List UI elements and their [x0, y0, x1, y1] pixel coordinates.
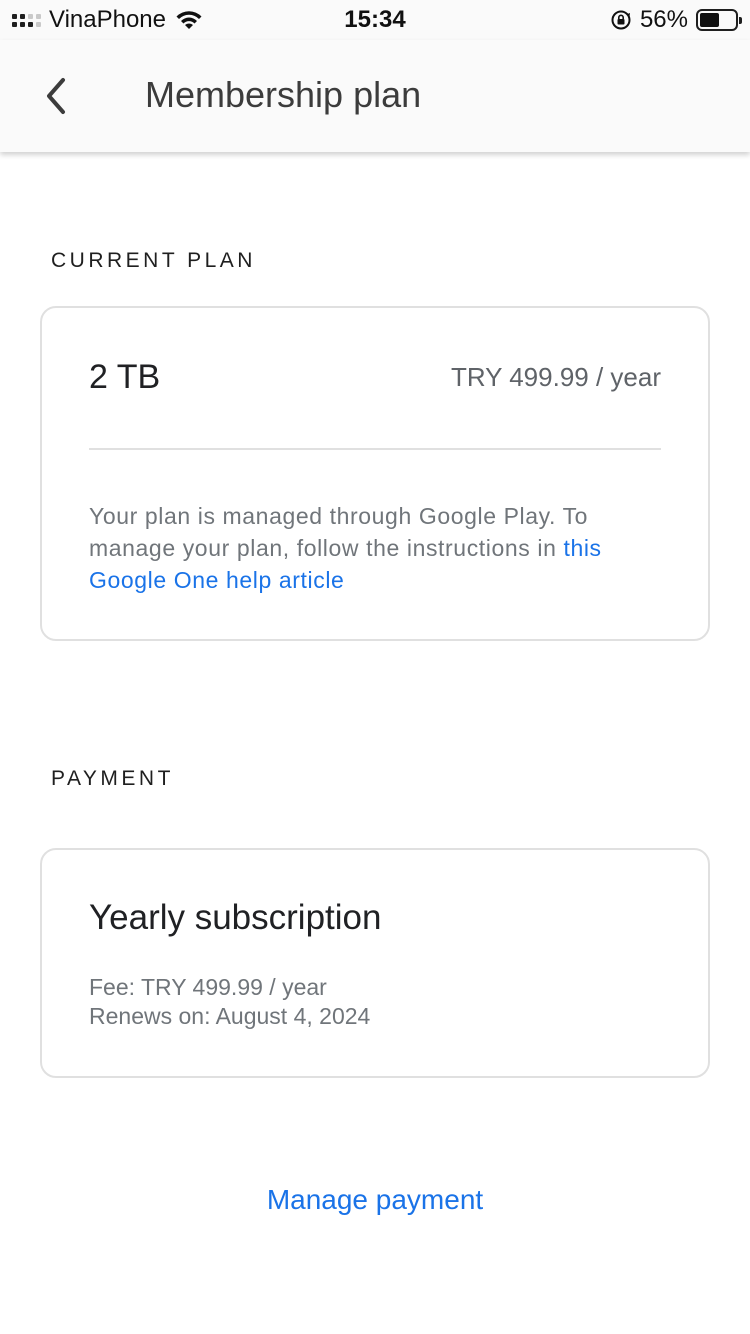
card-divider	[89, 448, 661, 450]
status-bar-right: 56%	[610, 6, 742, 34]
plan-price: TRY 499.99 / year	[450, 362, 661, 392]
battery-level-fill	[700, 13, 719, 27]
page-title: Membership plan	[145, 74, 422, 115]
subscription-renewal-date: Renews on: August 4, 2024	[89, 1003, 371, 1029]
current-plan-label: CURRENT PLAN	[51, 249, 256, 272]
subscription-title: Yearly subscription	[89, 898, 382, 937]
battery-icon	[696, 9, 742, 31]
plan-note-text: Your plan is managed through Google Play…	[89, 503, 589, 561]
payment-card: Yearly subscription Fee: TRY 499.99 / ye…	[40, 848, 710, 1078]
membership-plan-screen: VinaPhone 15:34 56% Membership plan CURR…	[0, 0, 750, 1334]
current-plan-card: 2 TB TRY 499.99 / year Your plan is mana…	[40, 306, 710, 641]
payment-label: PAYMENT	[51, 767, 174, 790]
chevron-left-icon	[47, 78, 65, 114]
manage-payment-button[interactable]: Manage payment	[0, 1184, 750, 1216]
battery-percent: 56%	[639, 6, 688, 33]
plan-management-note: Your plan is managed through Google Play…	[89, 500, 668, 596]
back-button[interactable]	[28, 68, 84, 124]
plan-storage-size: 2 TB	[89, 358, 161, 396]
rotation-lock-icon	[611, 10, 631, 30]
app-bar: Membership plan	[0, 40, 750, 152]
status-bar: VinaPhone 15:34 56%	[0, 0, 750, 40]
subscription-fee: Fee: TRY 499.99 / year	[89, 974, 327, 1000]
